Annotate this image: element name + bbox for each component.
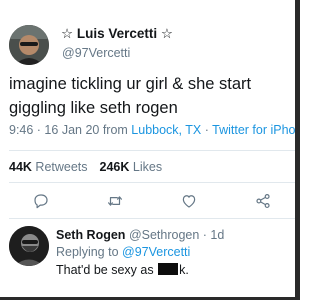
location-link[interactable]: Lubbock, TX <box>131 123 201 137</box>
retweet-button[interactable] <box>102 188 128 214</box>
share-button[interactable] <box>250 188 276 214</box>
likes-count: 246K <box>99 160 130 174</box>
divider <box>9 150 300 151</box>
share-icon <box>256 194 270 208</box>
tweet-screenshot: ☆ Luis Vercetti ☆ @97Vercetti imagine ti… <box>0 0 300 300</box>
tweet-stats: 44K Retweets 246K Likes <box>9 160 162 174</box>
tweet-timestamp: 9:46 · 16 Jan 20 from <box>9 123 132 137</box>
like-button[interactable] <box>176 188 202 214</box>
retweets-count: 44K <box>9 160 32 174</box>
reply-header: Seth Rogen @Sethrogen · 1d <box>56 228 224 242</box>
divider <box>9 182 300 183</box>
reply-avatar[interactable] <box>9 226 49 266</box>
likes-label: Likes <box>132 160 163 174</box>
avatar-photo <box>9 226 49 266</box>
reply-button[interactable] <box>28 188 54 214</box>
avatar-photo <box>9 25 49 65</box>
reply-handle[interactable]: @Sethrogen <box>129 228 199 242</box>
user-handle[interactable]: @97Vercetti <box>62 46 130 60</box>
retweets-label: Retweets <box>35 160 88 174</box>
reply-text-start: That'd be sexy as <box>56 263 158 277</box>
reply-display-name[interactable]: Seth Rogen <box>56 228 125 242</box>
screen-edge <box>295 0 300 300</box>
tweet-text: imagine tickling ur girl & she start gig… <box>9 75 252 117</box>
redaction-bar <box>158 263 179 275</box>
like-icon <box>182 195 196 208</box>
replying-prefix: Replying to <box>56 245 123 259</box>
tweet-actions <box>0 188 300 214</box>
divider <box>9 218 300 219</box>
reply-time: · 1d <box>199 228 225 242</box>
retweet-icon <box>108 196 122 206</box>
replying-to: Replying to @97Vercetti <box>56 245 190 259</box>
reply-text: That'd be sexy as k. <box>56 263 189 277</box>
reply-icon <box>34 194 48 209</box>
client-link[interactable]: Twitter for iPhone <box>212 123 300 137</box>
display-name[interactable]: ☆ Luis Vercetti ☆ <box>61 26 173 42</box>
avatar[interactable] <box>9 25 49 65</box>
likes-stat[interactable]: 246K Likes <box>100 160 163 174</box>
tweet-metadata: 9:46 · 16 Jan 20 from Lubbock, TX · Twit… <box>9 123 300 137</box>
reply-text-end: k. <box>179 263 189 277</box>
retweets-stat[interactable]: 44K Retweets <box>9 160 88 174</box>
meta-separator: · <box>201 123 213 137</box>
mention-link[interactable]: @97Vercetti <box>122 245 190 259</box>
